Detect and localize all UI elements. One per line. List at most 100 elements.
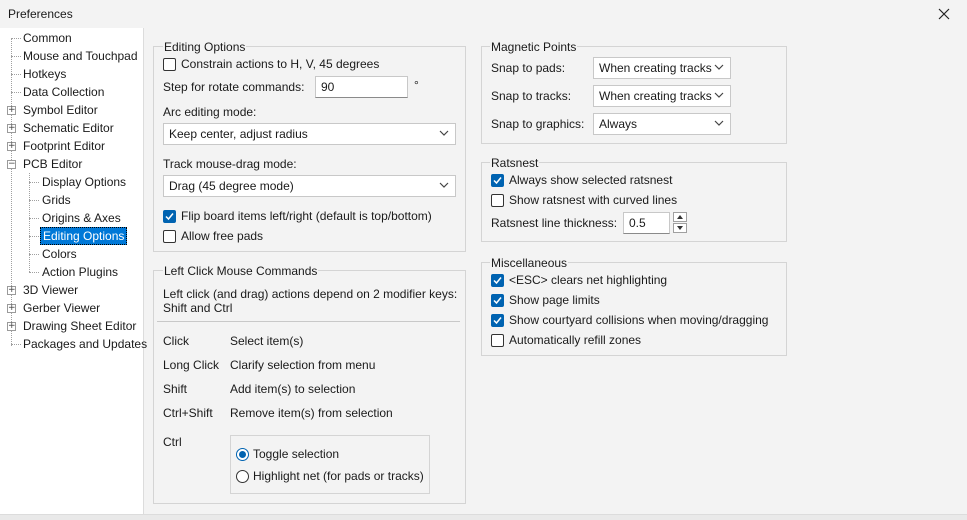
checkbox-box bbox=[491, 293, 504, 307]
checkbox-label: Constrain actions to H, V, 45 degrees bbox=[181, 57, 380, 71]
command-key: Ctrl+Shift bbox=[163, 406, 213, 420]
spin-down-button[interactable] bbox=[673, 223, 687, 233]
drag-mode-select[interactable]: Drag (45 degree mode) bbox=[163, 175, 456, 197]
snap-pads-select[interactable]: When creating tracks bbox=[593, 57, 731, 79]
preferences-tree[interactable]: Common Mouse and Touchpad Hotkeys Data C… bbox=[0, 28, 147, 514]
tree-item-label: Hotkeys bbox=[23, 67, 67, 81]
constrain-checkbox[interactable]: Constrain actions to H, V, 45 degrees bbox=[163, 56, 379, 72]
ratsnest-title: Ratsnest bbox=[490, 156, 540, 170]
tree-item-label: Data Collection bbox=[23, 85, 105, 99]
radio-highlight-net[interactable]: Highlight net (for pads or tracks) bbox=[236, 467, 424, 485]
tree-item-label: Drawing Sheet Editor bbox=[23, 319, 137, 333]
tree-item-label: Symbol Editor bbox=[23, 103, 98, 117]
tree-item-label: Mouse and Touchpad bbox=[23, 49, 138, 63]
curved-ratsnest-checkbox[interactable]: Show ratsnest with curved lines bbox=[491, 192, 677, 208]
radio-toggle-selection[interactable]: Toggle selection bbox=[236, 445, 339, 463]
spin-up-button[interactable] bbox=[673, 212, 687, 222]
checkbox-label: Show page limits bbox=[509, 293, 600, 307]
expand-icon[interactable]: + bbox=[7, 286, 16, 295]
arrow-up-icon bbox=[677, 215, 683, 219]
tree-item-label: Grids bbox=[42, 193, 71, 207]
command-action: Remove item(s) from selection bbox=[230, 406, 393, 420]
esc-clears-highlight-checkbox[interactable]: <ESC> clears net highlighting bbox=[491, 272, 667, 288]
checkbox-box bbox=[491, 333, 504, 347]
always-show-ratsnest-checkbox[interactable]: Always show selected ratsnest bbox=[491, 172, 672, 188]
flip-board-checkbox[interactable]: Flip board items left/right (default is … bbox=[163, 208, 432, 224]
arc-mode-select[interactable]: Keep center, adjust radius bbox=[163, 123, 456, 145]
checkbox-box bbox=[491, 313, 504, 327]
show-page-limits-checkbox[interactable]: Show page limits bbox=[491, 292, 600, 308]
snap-pads-value: When creating tracks bbox=[599, 61, 712, 75]
checkbox-box bbox=[491, 193, 504, 207]
radio-label: Toggle selection bbox=[253, 447, 340, 461]
tree-item-label: Editing Options bbox=[40, 227, 128, 245]
magnetic-points-title: Magnetic Points bbox=[490, 40, 578, 54]
title-bar: Preferences bbox=[0, 0, 967, 28]
radio-label: Highlight net (for pads or tracks) bbox=[253, 469, 424, 483]
ratsnest-thickness-label: Ratsnest line thickness: bbox=[491, 216, 618, 230]
checkbox-label: Show courtyard collisions when moving/dr… bbox=[509, 313, 769, 327]
tree-connector bbox=[29, 182, 39, 183]
drag-mode-value: Drag (45 degree mode) bbox=[169, 179, 294, 193]
arc-mode-value: Keep center, adjust radius bbox=[169, 127, 308, 141]
command-key: Shift bbox=[163, 382, 188, 396]
arc-mode-label: Arc editing mode: bbox=[163, 105, 257, 119]
tree-connector bbox=[29, 218, 39, 219]
tree-connector bbox=[11, 39, 12, 346]
tree-connector bbox=[29, 272, 39, 273]
left-click-desc: Shift and Ctrl bbox=[163, 301, 233, 315]
tree-connector bbox=[29, 200, 39, 201]
tree-connector bbox=[11, 344, 21, 345]
window-title: Preferences bbox=[8, 7, 73, 21]
degree-unit: ° bbox=[414, 78, 419, 92]
snap-graphics-select[interactable]: Always bbox=[593, 113, 731, 135]
close-button[interactable] bbox=[921, 0, 967, 28]
expand-icon[interactable]: + bbox=[7, 304, 16, 313]
tree-item-label: 3D Viewer bbox=[23, 283, 79, 297]
expand-icon[interactable]: + bbox=[7, 106, 16, 115]
rotate-step-label: Step for rotate commands: bbox=[163, 80, 305, 94]
command-key: Click bbox=[163, 334, 189, 348]
left-click-desc: Left click (and drag) actions depend on … bbox=[163, 287, 458, 301]
snap-tracks-select[interactable]: When creating tracks bbox=[593, 85, 731, 107]
snap-tracks-value: When creating tracks bbox=[599, 89, 712, 103]
misc-title: Miscellaneous bbox=[490, 256, 569, 270]
radio-dot bbox=[236, 447, 249, 461]
tree-item-label: Footprint Editor bbox=[23, 139, 106, 153]
expand-icon[interactable]: + bbox=[7, 142, 16, 151]
tree-item-label: Origins & Axes bbox=[42, 211, 121, 225]
checkbox-box bbox=[491, 173, 504, 187]
checkbox-label: Automatically refill zones bbox=[509, 333, 642, 347]
tree-item-label: Packages and Updates bbox=[23, 337, 148, 351]
drag-mode-label: Track mouse-drag mode: bbox=[163, 157, 297, 171]
refill-zones-checkbox[interactable]: Automatically refill zones bbox=[491, 332, 641, 348]
command-key: Long Click bbox=[163, 358, 220, 372]
divider bbox=[157, 321, 460, 322]
expand-icon[interactable]: + bbox=[7, 322, 16, 331]
rotate-step-input[interactable]: 90 bbox=[315, 76, 408, 98]
tree-connector bbox=[11, 74, 21, 75]
tree-connector bbox=[29, 173, 30, 272]
checkbox-label: Always show selected ratsnest bbox=[509, 173, 673, 187]
checkbox-box bbox=[163, 209, 176, 223]
courtyard-collisions-checkbox[interactable]: Show courtyard collisions when moving/dr… bbox=[491, 312, 768, 328]
free-pads-checkbox[interactable]: Allow free pads bbox=[163, 228, 263, 244]
snap-tracks-label: Snap to tracks: bbox=[491, 89, 572, 103]
chevron-down-icon bbox=[439, 130, 449, 136]
checkbox-label: Flip board items left/right (default is … bbox=[181, 209, 432, 223]
tree-item-label: Schematic Editor bbox=[23, 121, 114, 135]
tree-connector bbox=[11, 38, 21, 39]
checkbox-label: Show ratsnest with curved lines bbox=[509, 193, 678, 207]
checkbox-label: <ESC> clears net highlighting bbox=[509, 273, 668, 287]
tree-connector bbox=[29, 254, 39, 255]
tree-item-label: Display Options bbox=[42, 175, 127, 189]
checkbox-box bbox=[163, 57, 176, 71]
tree-item-label: PCB Editor bbox=[23, 157, 83, 171]
expand-icon[interactable]: + bbox=[7, 124, 16, 133]
arrow-down-icon bbox=[677, 226, 683, 230]
ratsnest-thickness-input[interactable]: 0.5 bbox=[623, 212, 670, 234]
collapse-icon[interactable]: − bbox=[7, 160, 16, 169]
command-action: Clarify selection from menu bbox=[230, 358, 376, 372]
ctrl-options-group bbox=[230, 435, 430, 494]
tree-item-label: Colors bbox=[42, 247, 77, 261]
